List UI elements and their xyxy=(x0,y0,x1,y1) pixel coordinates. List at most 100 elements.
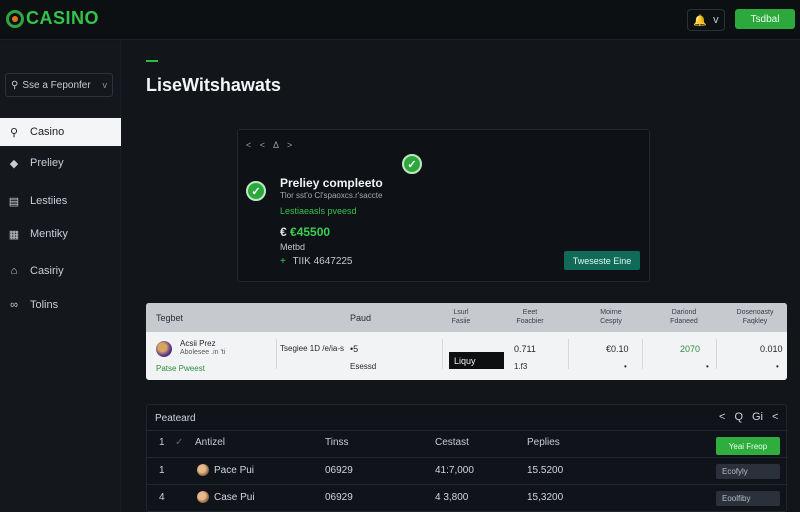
row-button[interactable]: Eoolfiby xyxy=(716,491,780,506)
sidebar-item-label: Mentiky xyxy=(30,228,68,240)
sidebar-item-mentiky[interactable]: ▦ Mentiky xyxy=(0,220,121,248)
sidebar-item-label: Lestiies xyxy=(30,195,68,207)
column-header: Dosenoasty Faqkley xyxy=(736,309,774,325)
sidebar-item-label: Preliey xyxy=(30,157,64,169)
search-icon: ⚲ xyxy=(11,79,19,91)
column-header: Moirne Cespty xyxy=(600,309,622,325)
title-accent xyxy=(146,60,158,62)
player-sub: Abolesee .in 'ti xyxy=(180,349,226,356)
divider xyxy=(147,430,788,431)
panel-title: Peateard xyxy=(155,413,196,424)
row-replies: 15,3200 xyxy=(527,492,564,503)
search-icon[interactable]: Q xyxy=(734,411,743,423)
arrow-icon: + xyxy=(280,256,286,267)
avatar xyxy=(197,464,209,476)
top-bar: CASINO 🔔 v Tsdbal xyxy=(0,0,800,40)
panel-controls: < Q Gi < xyxy=(719,411,778,423)
sidebar: ⚲ Sse a Feponfer v ⚲ Casino ◆ Preliey ▤ … xyxy=(0,41,121,512)
chevron-down-icon: v xyxy=(102,80,108,90)
card-method: Metbd xyxy=(280,242,306,252)
bet-table: Tegbet Paud Lsurl Fasiie Eeet Foacbier M… xyxy=(146,303,787,380)
check-icon: ✓ xyxy=(175,437,184,448)
sidebar-item-label: Casino xyxy=(30,126,65,138)
cell-value: 2070 xyxy=(680,344,701,354)
card-title: Preliey compleeto xyxy=(280,176,383,190)
sidebar-item-label: Casiriy xyxy=(30,265,64,277)
column-header: Lsurl Fasiie xyxy=(451,309,471,325)
list-icon: ▤ xyxy=(8,195,20,208)
divider xyxy=(147,484,788,485)
player-name: Acsii Prez xyxy=(180,339,216,348)
amount-value: €45500 xyxy=(290,225,331,239)
chevron-left-icon[interactable]: < xyxy=(772,411,778,423)
column-header: Antizel xyxy=(195,437,226,448)
currency-symbol: € xyxy=(280,225,287,239)
cell-value: 0.711 xyxy=(514,344,536,354)
divider xyxy=(147,457,788,458)
tag-icon: ◆ xyxy=(9,157,19,170)
sidebar-item-tolins[interactable]: ∞ Tolins xyxy=(0,291,121,319)
cell-value: • xyxy=(624,362,627,371)
avatar xyxy=(197,491,209,503)
card-status: Lestiaeasls pveesd xyxy=(280,206,357,216)
column-header: Eeet Foacbier xyxy=(516,309,544,325)
cell-value: 0.010 xyxy=(760,344,783,354)
bet-table-header: Tegbet Paud Lsurl Fasiie Eeet Foacbier M… xyxy=(146,303,787,332)
casino-logo[interactable]: CASINO xyxy=(6,8,99,29)
column-header: Tegbet xyxy=(156,313,184,323)
sidebar-search[interactable]: ⚲ Sse a Feponfer v xyxy=(5,73,113,97)
chevron-left-icon[interactable]: < xyxy=(719,411,725,423)
bell-icon: 🔔 xyxy=(693,14,708,27)
sidebar-item-preliey[interactable]: ◆ Preliey xyxy=(0,149,121,177)
column-divider xyxy=(642,339,643,369)
home-icon: ⌂ xyxy=(10,265,18,277)
row-contest: 41:7,000 xyxy=(435,465,474,476)
sidebar-item-casino[interactable]: ⚲ Casino xyxy=(0,118,121,146)
column-header: 1 xyxy=(159,437,165,448)
column-header: Peplies xyxy=(527,437,560,448)
transaction-id: TIIK 4647225 xyxy=(292,256,353,267)
row-number: 1 xyxy=(159,465,165,476)
grid-icon: ▦ xyxy=(8,228,20,241)
top-action-button[interactable]: Tsdbal xyxy=(735,9,795,29)
cell-value: • xyxy=(776,362,779,371)
row-contest: 4 3,800 xyxy=(435,492,469,503)
column-divider xyxy=(716,339,717,369)
search-icon: ⚲ xyxy=(9,126,19,139)
column-divider xyxy=(276,339,277,369)
row-button[interactable]: Ecofyly xyxy=(716,464,780,479)
card-amount: € €45500 xyxy=(280,225,330,239)
card-nav-arrows[interactable]: < < Δ > xyxy=(246,140,295,150)
row-name: Pace Pui xyxy=(214,465,255,476)
panel-action-button[interactable]: Yeai Freop xyxy=(716,437,780,455)
sidebar-item-lestiies[interactable]: ▤ Lestiies xyxy=(0,187,121,215)
cell-value: €0.10 xyxy=(606,344,629,354)
bet-label-box[interactable]: Liquy xyxy=(449,352,504,369)
avatar xyxy=(156,341,172,357)
player-link[interactable]: Patse Pweest xyxy=(156,364,205,373)
row-name: Case Pui xyxy=(214,492,255,503)
notifications-button[interactable]: 🔔 v xyxy=(687,9,725,31)
selection-value-2: Esessd xyxy=(350,362,377,371)
row-time: 06929 xyxy=(325,492,353,503)
row-time: 06929 xyxy=(325,465,353,476)
check-icon: ✓ xyxy=(246,181,266,201)
chevron-down-icon: v xyxy=(713,14,719,26)
confirmation-card: < < Δ > ✓ ✓ Preliey compleeto Tlor sst'o… xyxy=(237,129,650,282)
filter-icon[interactable]: Gi xyxy=(752,411,763,423)
card-action-button[interactable]: Tweseste Eine xyxy=(564,251,640,270)
column-header: Dariond Fdaneed xyxy=(670,309,698,325)
sidebar-search-text: Sse a Feponfer xyxy=(22,79,91,91)
card-subtitle: Tlor sst'o Cl'spaoxcs.r'saccte xyxy=(280,191,383,200)
column-divider xyxy=(442,339,443,369)
logo-icon xyxy=(6,9,24,28)
card-transaction: + TIIK 4647225 xyxy=(280,256,353,267)
column-header: Paud xyxy=(350,313,372,323)
cell-value: • xyxy=(706,362,709,371)
link-icon: ∞ xyxy=(10,299,18,311)
column-divider xyxy=(568,339,569,369)
cell-value: 1.f3 xyxy=(514,362,528,371)
column-header: Tinss xyxy=(325,437,349,448)
sidebar-item-casiriy[interactable]: ⌂ Casiriy xyxy=(0,257,121,285)
selection-value: •5 xyxy=(350,344,359,354)
